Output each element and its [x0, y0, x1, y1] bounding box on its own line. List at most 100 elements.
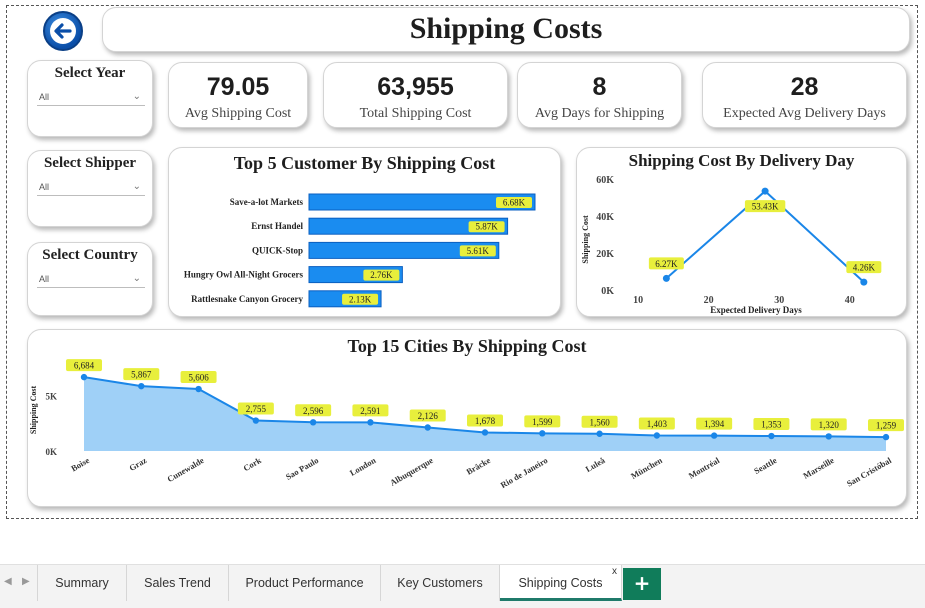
bar-category-label: QUICK-Stop	[252, 245, 303, 255]
slicer-country-dropdown[interactable]: All ⌄	[37, 271, 145, 288]
x-tick-label: Graz	[127, 455, 148, 473]
x-tick-label: Rio de Janeiro	[499, 455, 550, 490]
y-axis-label: Shipping Cost	[29, 386, 38, 435]
data-label: 1,599	[532, 417, 553, 427]
data-label: 1,320	[819, 420, 840, 430]
x-tick-label: Luleå	[584, 455, 608, 474]
data-label: 2,126	[418, 411, 439, 421]
data-point	[825, 433, 832, 440]
chevron-down-icon: ⌄	[132, 273, 141, 284]
data-point	[882, 433, 890, 441]
kpi-total-shipping-cost: 63,955 Total Shipping Cost	[323, 62, 508, 128]
top-cities-chart-card: Top 15 Cities By Shipping Cost 0K 5K Shipp…	[27, 329, 907, 507]
series-area	[84, 377, 886, 451]
data-label: 5.61K	[467, 246, 490, 256]
data-label: 6.68K	[503, 198, 526, 208]
data-point	[138, 382, 145, 390]
data-point	[424, 424, 431, 431]
data-point	[195, 385, 202, 393]
y-tick-label: 0K	[45, 447, 57, 457]
chevron-down-icon: ⌄	[132, 91, 141, 102]
slicer-shipper-value: All	[39, 182, 50, 192]
data-label: 2,755	[246, 404, 267, 414]
slicer-year-dropdown[interactable]: All ⌄	[37, 89, 145, 106]
back-button[interactable]	[43, 11, 83, 51]
data-label: 2.76K	[370, 270, 393, 280]
data-point	[761, 187, 769, 195]
tab-label: Key Customers	[397, 576, 483, 590]
slicer-year: Select Year All ⌄	[27, 60, 153, 137]
arrow-left-icon	[50, 18, 76, 44]
y-tick-label: 20K	[596, 249, 614, 260]
slicer-year-value: All	[39, 92, 50, 102]
tab-label: Summary	[55, 576, 109, 590]
add-page-button[interactable]: +	[623, 568, 661, 600]
x-tick-label: Sao Paulo	[284, 455, 320, 482]
tab-label: Shipping Costs	[518, 576, 603, 590]
data-point	[309, 419, 317, 426]
data-point	[768, 432, 775, 440]
x-tick-label: Cork	[241, 455, 263, 473]
kpi-avg-shipping-cost: 79.05 Avg Shipping Cost	[168, 62, 308, 128]
delivery-day-chart: 0K20K40K60K10 20 30 40Expected Delivery Day…	[581, 175, 882, 315]
data-label: 5.87K	[475, 222, 498, 232]
x-tick-label: Albuquerque	[388, 455, 435, 488]
data-point	[653, 432, 661, 439]
bar-category-label: Rattlesnake Canyon Grocery	[191, 294, 303, 304]
x-tick-label: 40	[845, 295, 855, 306]
x-tick-label: München	[629, 455, 664, 481]
slicer-shipper-dropdown[interactable]: All ⌄	[37, 179, 145, 196]
tab-scroll-prev-icon[interactable]: ◀	[4, 576, 12, 587]
data-label: 2,591	[360, 406, 380, 416]
data-label: 5,606	[188, 373, 209, 383]
kpi-value: 8	[592, 73, 607, 101]
tab-shipping-costs[interactable]: Shipping Costs x	[500, 565, 622, 601]
tab-sales-trend[interactable]: Sales Trend	[127, 565, 229, 601]
data-label: 1,403	[647, 419, 668, 429]
x-tick-label: Cunewalde	[165, 455, 205, 484]
kpi-value: 63,955	[377, 73, 454, 101]
close-icon[interactable]: x	[612, 554, 617, 590]
data-point	[80, 373, 88, 381]
bar-category-label: Hungry Owl All-Night Grocers	[184, 270, 304, 280]
title-banner: Shipping Costs	[102, 7, 910, 52]
x-axis-label: Expected Delivery Days	[710, 305, 802, 315]
data-label: 6,684	[74, 361, 95, 371]
x-tick-label: Marseille	[801, 455, 836, 481]
x-tick-label: Montréal	[687, 455, 722, 481]
top-customers-chart: Save-a-lot Markets 6.68K Ernst Handel 5.87K…	[184, 193, 536, 308]
slicer-country-value: All	[39, 274, 50, 284]
y-tick-label: 0K	[601, 286, 614, 297]
data-point	[662, 274, 670, 282]
kpi-label: Avg Days for Shipping	[534, 106, 665, 121]
data-label: 1,353	[761, 420, 782, 430]
data-point	[539, 430, 546, 437]
x-tick-label: Bräcke	[465, 455, 493, 477]
y-axis-label: Shipping Cost	[581, 215, 590, 264]
tab-summary[interactable]: Summary	[37, 565, 127, 601]
kpi-value: 28	[790, 73, 819, 101]
slicer-shipper-title: Select Shipper	[43, 155, 137, 171]
tab-label: Product Performance	[245, 576, 364, 590]
tab-product-performance[interactable]: Product Performance	[229, 565, 381, 601]
data-label: 1,678	[475, 416, 496, 426]
page-title: Shipping Costs	[409, 12, 603, 45]
kpi-expected-avg-delivery: 28 Expected Avg Delivery Days	[702, 62, 907, 128]
chevron-down-icon: ⌄	[132, 181, 141, 192]
kpi-label: Avg Shipping Cost	[184, 106, 292, 121]
y-tick-label: 40K	[596, 212, 614, 223]
tab-scroll-next-icon[interactable]: ▶	[22, 576, 30, 587]
data-point	[860, 278, 868, 286]
x-tick-label: 10	[633, 295, 643, 306]
tab-label: Sales Trend	[144, 576, 211, 590]
kpi-value: 79.05	[206, 73, 270, 101]
data-point	[367, 419, 374, 426]
x-tick-label: Seattle	[752, 455, 778, 476]
bar-category-label: Save-a-lot Markets	[230, 197, 304, 207]
tab-key-customers[interactable]: Key Customers	[381, 565, 500, 601]
top-customers-chart-card: Top 5 Customer By Shipping Cost Save-a-l…	[168, 147, 561, 317]
slicer-country-title: Select Country	[42, 247, 138, 263]
data-point	[596, 430, 603, 437]
data-label: 2.13K	[349, 294, 372, 304]
kpi-avg-days-shipping: 8 Avg Days for Shipping	[517, 62, 682, 128]
